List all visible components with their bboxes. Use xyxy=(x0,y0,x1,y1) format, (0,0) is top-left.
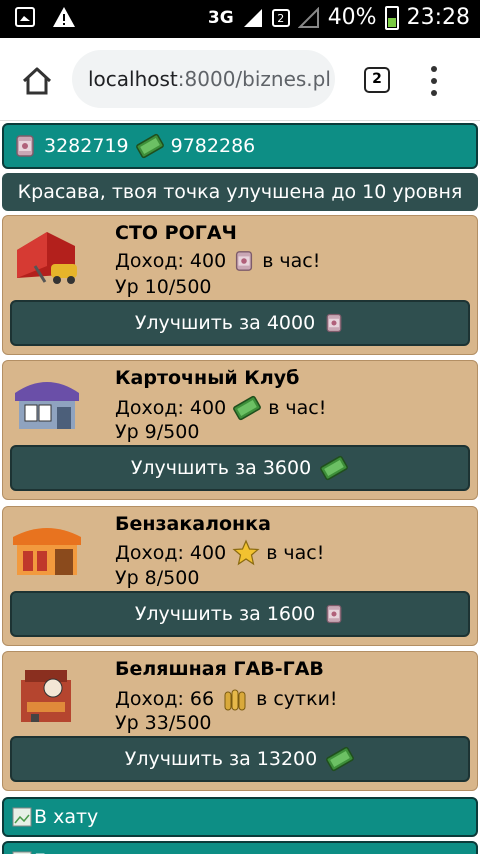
signal-empty-icon xyxy=(297,6,319,28)
gas-station-icon xyxy=(13,528,81,575)
can-icon xyxy=(326,604,342,624)
can-icon xyxy=(16,135,34,157)
business-card: Беляшная ГАВ-ГАВ Доход: 66 в сутки! Ур 3… xyxy=(2,651,478,791)
clock: 23:28 xyxy=(406,5,470,30)
upgrade-button[interactable]: Улучшить за 1600 xyxy=(10,591,470,637)
nav-link-home[interactable]: В хату xyxy=(2,797,478,837)
business-level: Ур 8/500 xyxy=(115,567,200,589)
star-icon xyxy=(232,539,260,566)
nav-link-label: Г xyxy=(34,850,46,854)
nav-link-next[interactable]: Г xyxy=(2,841,478,854)
signal-icon xyxy=(243,8,262,27)
broken-image-icon xyxy=(12,851,32,854)
business-level: Ур 10/500 xyxy=(115,276,212,298)
status-bar: 3G 2 40% 23:28 xyxy=(0,0,480,38)
notification-message: Красава, твоя точка улучшена до 10 уровн… xyxy=(2,173,478,211)
sim-icon: 2 xyxy=(271,8,290,27)
business-level: Ур 33/500 xyxy=(115,712,212,734)
can-icon xyxy=(236,251,253,271)
upgrade-button[interactable]: Улучшить за 4000 xyxy=(10,300,470,346)
garage-icon xyxy=(17,232,77,284)
url-host: localhost xyxy=(88,67,178,91)
battery-icon xyxy=(384,5,399,30)
broken-image-icon xyxy=(12,807,32,827)
business-name: Карточный Клуб xyxy=(115,367,300,389)
business-income: Доход: 400 в час! xyxy=(115,539,324,567)
income-label: Доход: 66 xyxy=(115,688,215,710)
business-income: Доход: 400 в час! xyxy=(115,248,320,274)
url-path: :8000/biznes.pl xyxy=(177,67,331,91)
upgrade-button[interactable]: Улучшить за 13200 xyxy=(10,736,470,782)
income-period: в час! xyxy=(268,397,327,419)
business-name: Бензакалонка xyxy=(115,513,271,535)
network-type: 3G xyxy=(207,7,234,28)
overflow-menu-icon[interactable] xyxy=(430,66,438,96)
cash-count: 9782286 xyxy=(170,135,256,157)
can-icon xyxy=(326,313,342,333)
cash-icon xyxy=(233,395,262,421)
income-label: Доход: 400 xyxy=(115,397,227,419)
tab-switcher-button[interactable]: 2 xyxy=(364,67,390,93)
browser-toolbar: localhost:8000/biznes.pl 2 xyxy=(0,38,480,121)
business-name: СТО РОГАЧ xyxy=(115,222,237,244)
photo-notification-icon xyxy=(15,7,35,27)
cash-icon xyxy=(320,455,349,481)
upgrade-label: Улучшить за 4000 xyxy=(134,312,316,334)
warning-icon xyxy=(53,7,75,27)
bullets-icon xyxy=(224,689,246,711)
business-income: Доход: 400 в час! xyxy=(115,393,326,423)
business-name: Беляшная ГАВ-ГАВ xyxy=(115,658,324,680)
income-label: Доход: 400 xyxy=(115,250,227,272)
income-label: Доход: 400 xyxy=(115,542,227,564)
income-period: в сутки! xyxy=(256,688,338,710)
resource-bar: 3282719 9782286 xyxy=(2,123,478,169)
income-period: в час! xyxy=(266,542,325,564)
upgrade-label: Улучшить за 1600 xyxy=(134,603,316,625)
food-stall-icon xyxy=(21,670,71,722)
income-period: в час! xyxy=(262,250,321,272)
url-bar[interactable]: localhost:8000/biznes.pl xyxy=(72,50,335,108)
card-club-icon xyxy=(15,382,79,429)
cans-count: 3282719 xyxy=(44,135,129,157)
nav-link-label: В хату xyxy=(34,806,99,828)
business-level: Ур 9/500 xyxy=(115,421,200,443)
cash-icon xyxy=(135,133,164,159)
home-icon[interactable] xyxy=(20,64,54,98)
business-card: Бензакалонка Доход: 400 в час! Ур 8/500 … xyxy=(2,506,478,646)
upgrade-label: Улучшить за 3600 xyxy=(130,457,312,479)
upgrade-label: Улучшить за 13200 xyxy=(124,748,318,770)
battery-percent: 40% xyxy=(327,5,377,30)
upgrade-button[interactable]: Улучшить за 3600 xyxy=(10,445,470,491)
business-income: Доход: 66 в сутки! xyxy=(115,684,338,714)
page-content: 3282719 9782286 Красава, твоя точка улуч… xyxy=(0,121,480,854)
cash-icon xyxy=(326,746,355,772)
business-card: СТО РОГАЧ Доход: 400 в час! Ур 10/500 Ул… xyxy=(2,215,478,355)
business-card: Карточный Клуб Доход: 400 в час! Ур 9/50… xyxy=(2,360,478,500)
